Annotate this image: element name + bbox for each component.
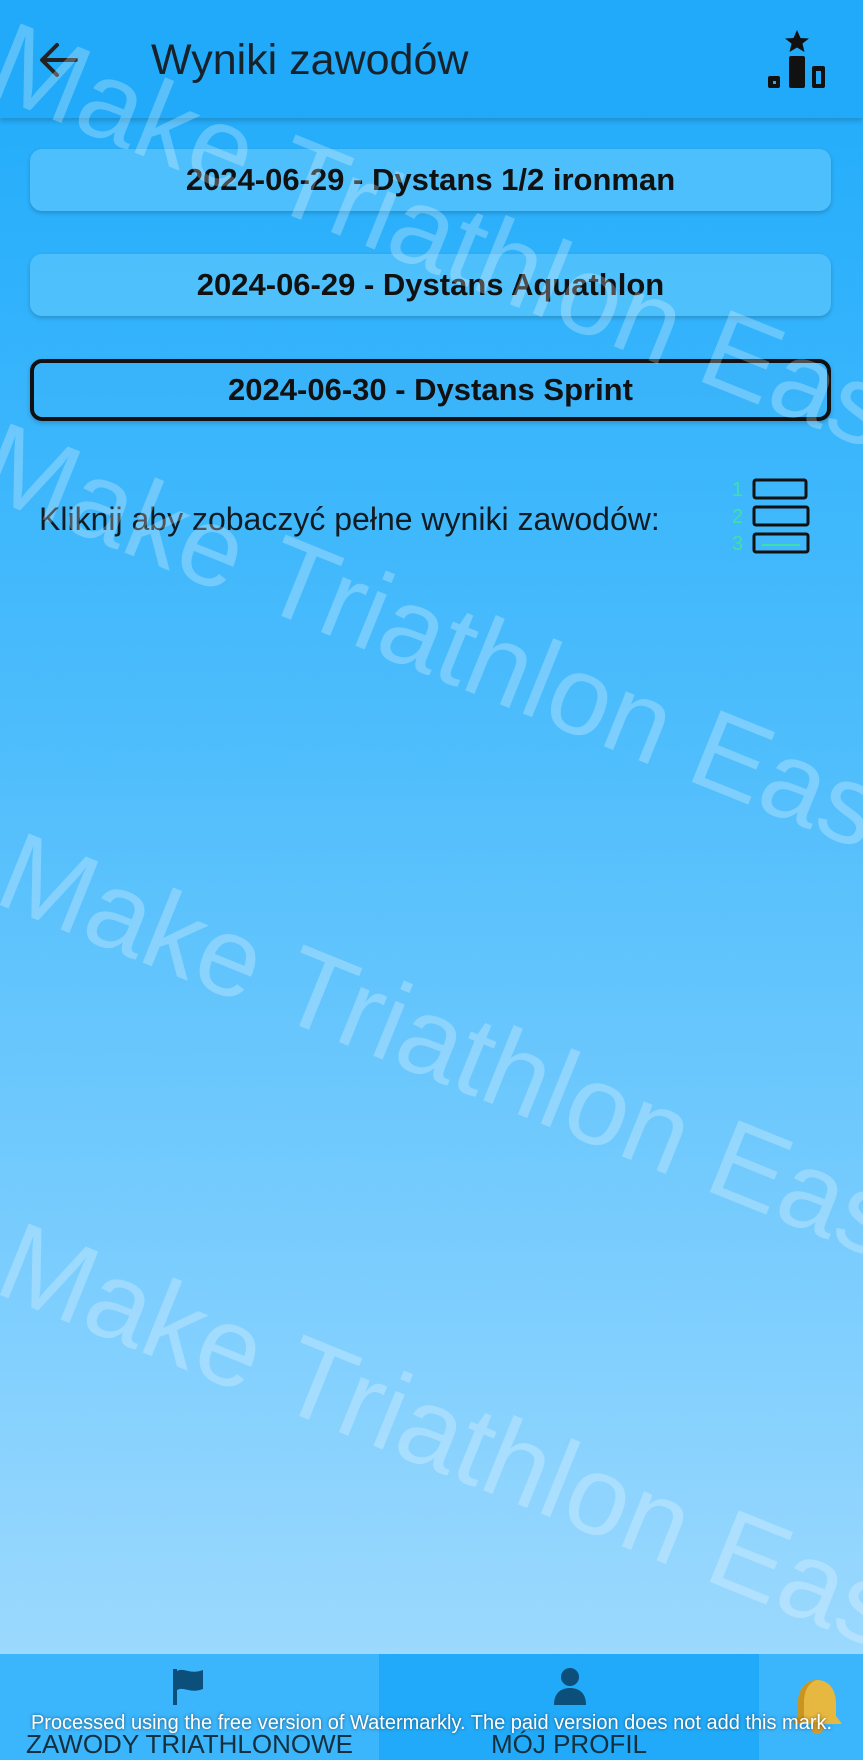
nav-item-profil[interactable]: MÓJ PROFIL (379, 1654, 759, 1760)
ranking-list-icon: 1 2 3 (732, 478, 810, 555)
results-hint-text: Kliknij aby zobaczyć pełne wyniki zawodó… (39, 501, 660, 537)
podium-button[interactable] (764, 24, 830, 92)
race-button-label: 2024-06-30 - Dystans Sprint (228, 372, 633, 407)
nav-item-notifications[interactable] (759, 1654, 863, 1760)
watermark-notice: Processed using the free version of Wate… (30, 1712, 833, 1734)
page-title: Wyniki zawodów (151, 36, 469, 84)
rank-number-3: 3 (732, 533, 743, 555)
person-icon (554, 1668, 586, 1705)
app-bar: Wyniki zawodów (0, 0, 863, 118)
watermark-text: Make Triathlon Easier (0, 807, 863, 1330)
race-button-sprint[interactable]: 2024-06-30 - Dystans Sprint (30, 359, 831, 421)
full-results-button[interactable]: 1 2 3 (728, 476, 812, 558)
flag-icon (173, 1669, 203, 1705)
nav-item-zawody[interactable]: ZAWODY TRIATHLONOWE (0, 1654, 379, 1760)
bottom-navigation: ZAWODY TRIATHLONOWE MÓJ PROFIL (0, 1654, 863, 1760)
watermark-text: Make Triathlon Easier (0, 1197, 863, 1720)
arrow-left-icon (40, 43, 78, 77)
race-button-aquathlon[interactable]: 2024-06-29 - Dystans Aquathlon (30, 254, 831, 316)
rank-number-1: 1 (732, 479, 743, 501)
rank-number-2: 2 (732, 506, 743, 528)
podium-icon (768, 30, 825, 88)
race-button-label: 2024-06-29 - Dystans 1/2 ironman (185, 162, 676, 197)
watermark-text: Make Triathlon Easier (0, 397, 863, 920)
race-button-label: 2024-06-29 - Dystans Aquathlon (196, 267, 665, 302)
back-button[interactable] (30, 32, 86, 88)
race-button-half-ironman[interactable]: 2024-06-29 - Dystans 1/2 ironman (30, 149, 831, 211)
